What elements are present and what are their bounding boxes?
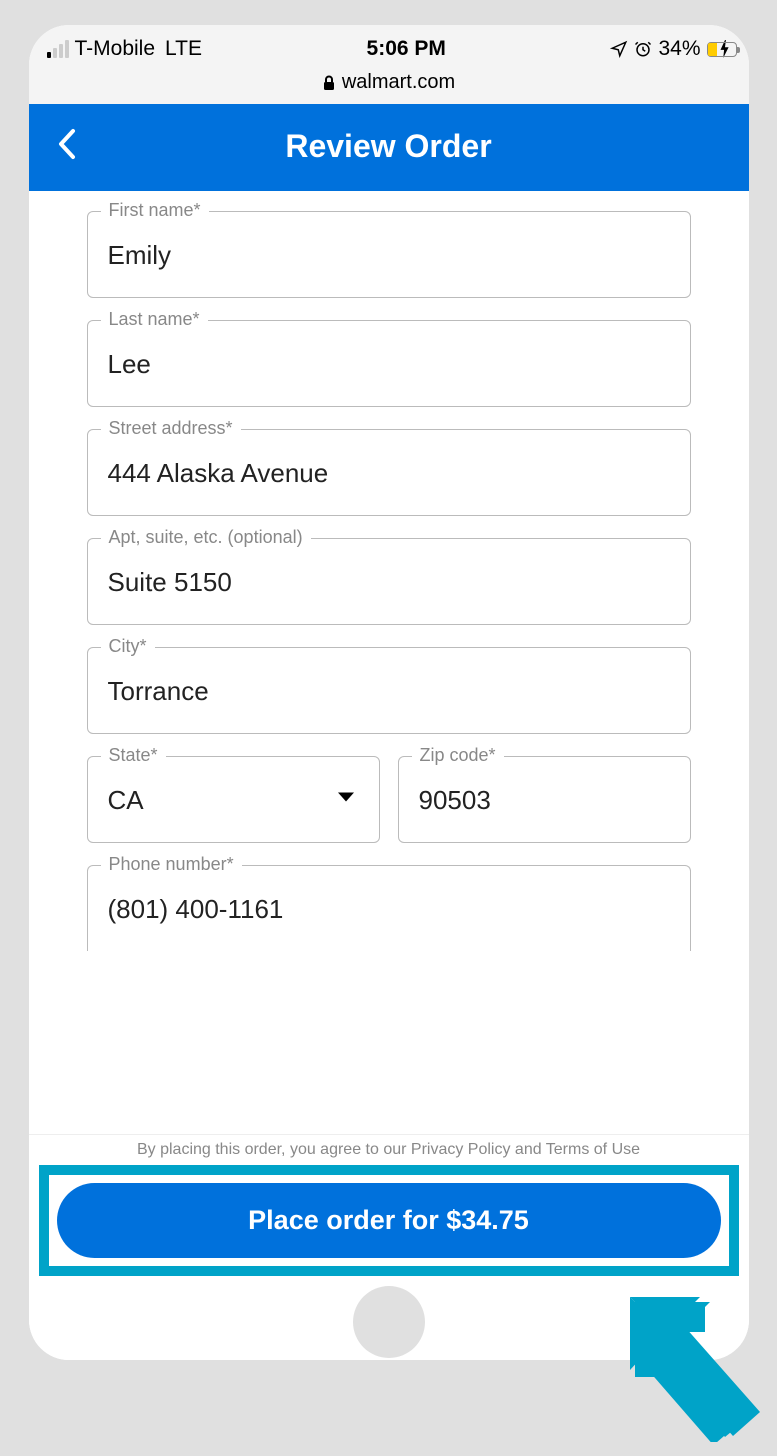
street-field-wrap: Street address* [87,429,691,516]
city-label: City* [101,636,155,657]
status-time: 5:06 PM [367,37,446,61]
street-input[interactable] [87,429,691,516]
app-header: Review Order [29,104,749,191]
address-card: First name* Last name* Street address* A… [69,191,709,1134]
caret-down-icon [336,790,356,809]
phone-label: Phone number* [101,854,242,875]
last-name-label: Last name* [101,309,208,330]
back-button[interactable] [57,127,77,166]
last-name-input[interactable] [87,320,691,407]
apt-label: Apt, suite, etc. (optional) [101,527,311,548]
last-name-field-wrap: Last name* [87,320,691,407]
first-name-field-wrap: First name* [87,211,691,298]
status-left: T-Mobile LTE [47,37,203,61]
battery-icon [707,42,737,57]
state-label: State* [101,745,166,766]
lock-icon [322,75,336,91]
first-name-label: First name* [101,200,209,221]
battery-percent: 34% [658,37,700,61]
place-order-highlight: Place order for $34.75 [39,1165,739,1276]
form-content: First name* Last name* Street address* A… [29,191,749,1134]
page-title: Review Order [49,128,729,165]
status-right: 34% [610,37,730,61]
city-input[interactable] [87,647,691,734]
zip-field-wrap: Zip code* [398,756,691,843]
zip-input[interactable] [398,756,691,843]
state-field-wrap: State* [87,756,380,843]
network-label: LTE [165,37,202,61]
city-field-wrap: City* [87,647,691,734]
street-label: Street address* [101,418,241,439]
phone-field-wrap: Phone number* [87,865,691,951]
first-name-input[interactable] [87,211,691,298]
apt-input[interactable] [87,538,691,625]
home-indicator[interactable] [353,1286,425,1358]
alarm-icon [634,40,652,58]
signal-bars-icon [47,40,69,58]
zip-label: Zip code* [412,745,504,766]
browser-url-bar: walmart.com [29,67,749,104]
url-text: walmart.com [342,71,455,94]
status-bar: T-Mobile LTE 5:06 PM 34% [29,25,749,67]
disclaimer-text: By placing this order, you agree to our … [29,1135,749,1163]
state-zip-row: State* Zip code* [87,756,691,865]
apt-field-wrap: Apt, suite, etc. (optional) [87,538,691,625]
place-order-button[interactable]: Place order for $34.75 [57,1183,721,1258]
annotation-arrow-icon [615,1282,765,1442]
carrier-label: T-Mobile [75,37,156,61]
location-icon [610,40,628,58]
phone-input[interactable] [87,865,691,951]
phone-frame: T-Mobile LTE 5:06 PM 34% walmart.com Rev… [29,25,749,1360]
chevron-left-icon [57,127,77,161]
